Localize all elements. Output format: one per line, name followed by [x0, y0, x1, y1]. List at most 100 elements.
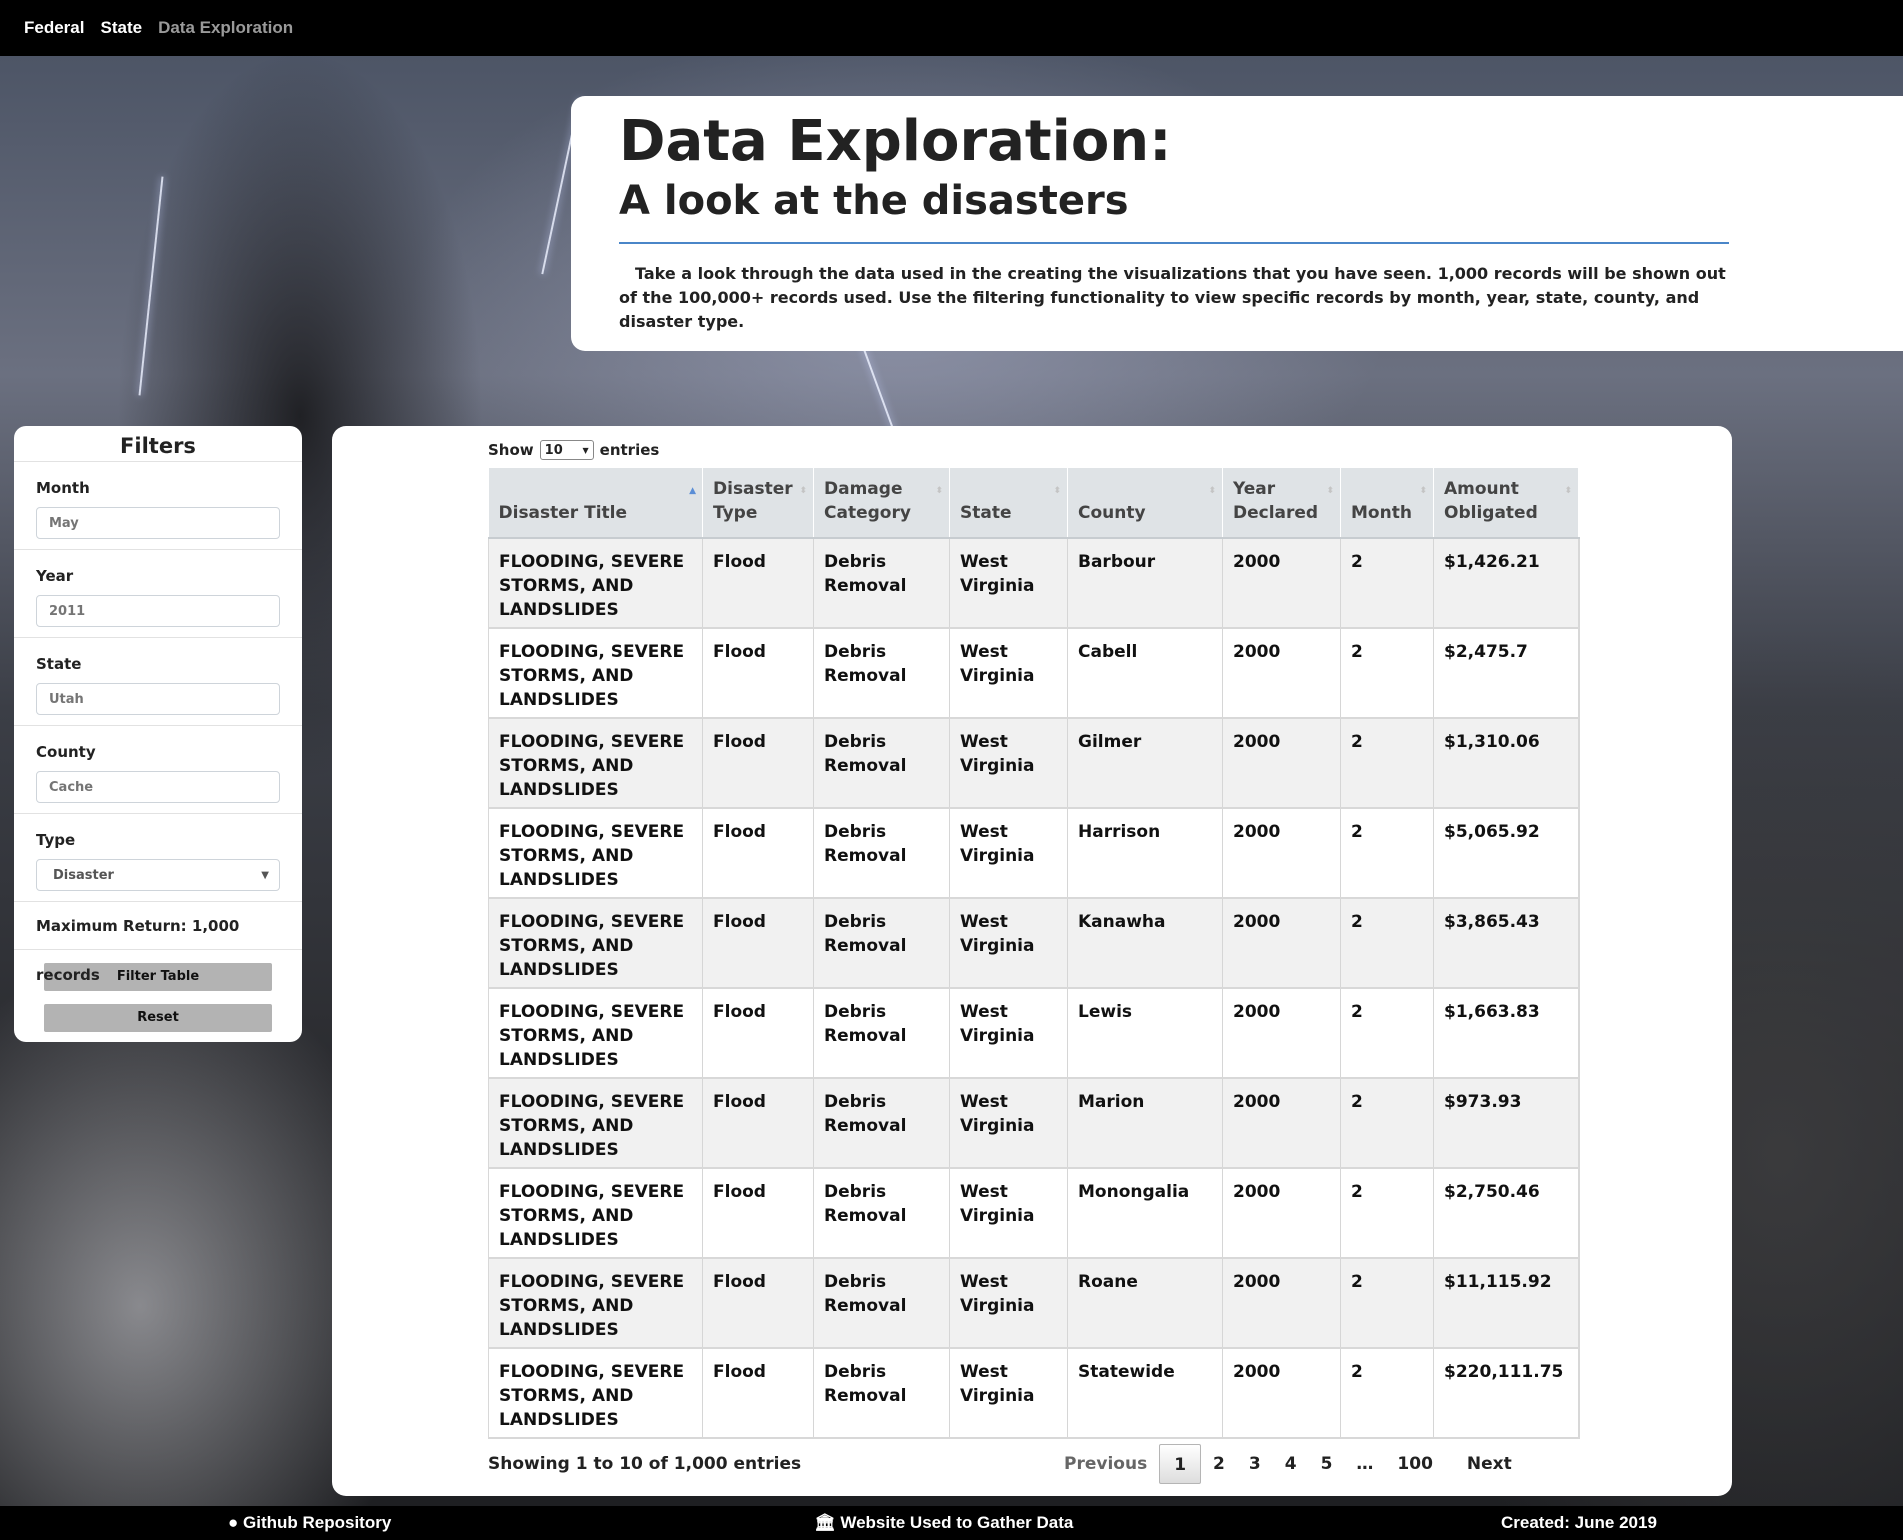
table-cell: Flood: [702, 1168, 814, 1259]
month-input[interactable]: [36, 507, 280, 539]
previous-page-button[interactable]: Previous: [1052, 1444, 1159, 1484]
county-input[interactable]: [36, 771, 280, 803]
top-navbar: Federal State Data Exploration: [0, 0, 1903, 56]
column-header[interactable]: Damage Category ⬍: [813, 468, 950, 539]
table-cell: West Virginia: [949, 898, 1068, 989]
table-cell: 2000: [1222, 808, 1341, 899]
table-cell: Debris Removal: [813, 808, 950, 899]
github-link[interactable]: ● Github Repository: [228, 1513, 391, 1533]
reset-button[interactable]: Reset: [44, 1004, 272, 1032]
year-label: Year: [36, 567, 74, 585]
table-cell: West Virginia: [949, 1168, 1068, 1259]
table-cell: Flood: [702, 1258, 814, 1349]
nav-state[interactable]: State: [100, 18, 142, 38]
entries-label: entries: [599, 441, 660, 459]
table-cell: FLOODING, SEVERE STORMS, AND LANDSLIDES: [488, 538, 703, 629]
table-cell: $2,475.7: [1433, 628, 1580, 719]
table-cell: 2000: [1222, 718, 1341, 809]
type-select[interactable]: Disaster ▼: [36, 859, 280, 891]
page-subtitle: A look at the disasters: [619, 178, 1129, 224]
nav-federal[interactable]: Federal: [24, 18, 84, 38]
table-cell: $3,865.43: [1433, 898, 1580, 989]
table-cell: $973.93: [1433, 1078, 1580, 1169]
column-header[interactable]: Year Declared ⬍: [1222, 468, 1341, 539]
column-header[interactable]: Disaster Type ⬍: [702, 468, 814, 539]
table-cell: 2: [1340, 898, 1434, 989]
page-button[interactable]: 100: [1385, 1444, 1445, 1484]
state-input[interactable]: [36, 683, 280, 715]
entries-per-page-value: 10: [544, 442, 563, 458]
table-row: FLOODING, SEVERE STORMS, AND LANDSLIDES F…: [488, 988, 1580, 1079]
table-cell: West Virginia: [949, 538, 1068, 629]
header-card: Data Exploration: A look at the disaster…: [571, 96, 1903, 351]
column-header[interactable]: County ⬍: [1067, 468, 1223, 539]
page-button[interactable]: 2: [1201, 1444, 1237, 1484]
table-cell: $220,111.75: [1433, 1348, 1580, 1439]
entries-length-control: Show 10 ▼ entries: [488, 440, 659, 460]
page-button[interactable]: 3: [1237, 1444, 1273, 1484]
footer: ● Github Repository 🏛 Website Used to Ga…: [0, 1506, 1903, 1540]
table-cell: Flood: [702, 1078, 814, 1169]
table-cell: West Virginia: [949, 718, 1068, 809]
table-cell: West Virginia: [949, 1348, 1068, 1439]
entries-per-page-select[interactable]: 10 ▼: [539, 440, 594, 460]
page-button[interactable]: 5: [1309, 1444, 1345, 1484]
sort-icon: ⬍: [1564, 486, 1572, 496]
table-cell: 2000: [1222, 1258, 1341, 1349]
table-cell: 2: [1340, 1348, 1434, 1439]
sort-icon: ⬍: [799, 486, 807, 496]
table-cell: West Virginia: [949, 988, 1068, 1079]
table-cell: Flood: [702, 628, 814, 719]
page-button[interactable]: 1: [1159, 1444, 1202, 1484]
data-source-link[interactable]: 🏛 Website Used to Gather Data: [814, 1513, 1073, 1533]
table-cell: Flood: [702, 718, 814, 809]
chevron-down-icon: ▼: [261, 869, 269, 881]
year-input[interactable]: [36, 595, 280, 627]
table-cell: West Virginia: [949, 1078, 1068, 1169]
month-filter-group: Month: [14, 462, 302, 550]
sort-icon: ⬍: [1419, 486, 1427, 496]
table-cell: Flood: [702, 808, 814, 899]
type-filter-group: Type Disaster ▼: [14, 814, 302, 902]
table-cell: FLOODING, SEVERE STORMS, AND LANDSLIDES: [488, 988, 703, 1079]
table-row: FLOODING, SEVERE STORMS, AND LANDSLIDES F…: [488, 898, 1580, 989]
county-filter-group: County: [14, 726, 302, 814]
table-row: FLOODING, SEVERE STORMS, AND LANDSLIDES F…: [488, 1348, 1580, 1439]
table-row: FLOODING, SEVERE STORMS, AND LANDSLIDES F…: [488, 808, 1580, 899]
table-cell: 2: [1340, 718, 1434, 809]
column-header[interactable]: Month ⬍: [1340, 468, 1434, 539]
column-header[interactable]: Amount Obligated ⬍: [1433, 468, 1579, 539]
table-cell: Flood: [702, 988, 814, 1079]
year-filter-group: Year: [14, 550, 302, 638]
table-cell: FLOODING, SEVERE STORMS, AND LANDSLIDES: [488, 718, 703, 809]
next-page-button[interactable]: Next: [1445, 1444, 1524, 1484]
filters-panel: Filters Month Year State County Type Dis…: [14, 426, 302, 1042]
table-cell: Debris Removal: [813, 1078, 950, 1169]
table-cell: 2000: [1222, 988, 1341, 1079]
table-cell: FLOODING, SEVERE STORMS, AND LANDSLIDES: [488, 898, 703, 989]
table-cell: Flood: [702, 538, 814, 629]
table-cell: Debris Removal: [813, 1168, 950, 1259]
page-button[interactable]: 4: [1273, 1444, 1309, 1484]
table-cell: Barbour: [1067, 538, 1223, 629]
nav-data-exploration[interactable]: Data Exploration: [158, 18, 293, 38]
table-cell: 2000: [1222, 1348, 1341, 1439]
table-cell: Monongalia: [1067, 1168, 1223, 1259]
table-cell: Debris Removal: [813, 628, 950, 719]
table-row: FLOODING, SEVERE STORMS, AND LANDSLIDES F…: [488, 718, 1580, 809]
column-header[interactable]: State ⬍: [949, 468, 1068, 539]
table-cell: Debris Removal: [813, 1258, 950, 1349]
table-cell: $1,426.21: [1433, 538, 1580, 629]
bank-icon: 🏛: [814, 1513, 836, 1532]
table-cell: 2: [1340, 1078, 1434, 1169]
table-cell: Flood: [702, 898, 814, 989]
table-cell: FLOODING, SEVERE STORMS, AND LANDSLIDES: [488, 1348, 703, 1439]
table-cell: Lewis: [1067, 988, 1223, 1079]
page-ellipsis: …: [1356, 1454, 1374, 1474]
chevron-down-icon: ▼: [582, 445, 589, 455]
pagination: Previous 1 2 3 4 5 … 100 Next: [1052, 1444, 1524, 1484]
page-description: Take a look through the data used in the…: [619, 264, 1726, 331]
month-label: Month: [36, 479, 90, 497]
sort-icon: ⬍: [1053, 486, 1061, 496]
column-header[interactable]: Disaster Title ▲: [488, 468, 703, 539]
